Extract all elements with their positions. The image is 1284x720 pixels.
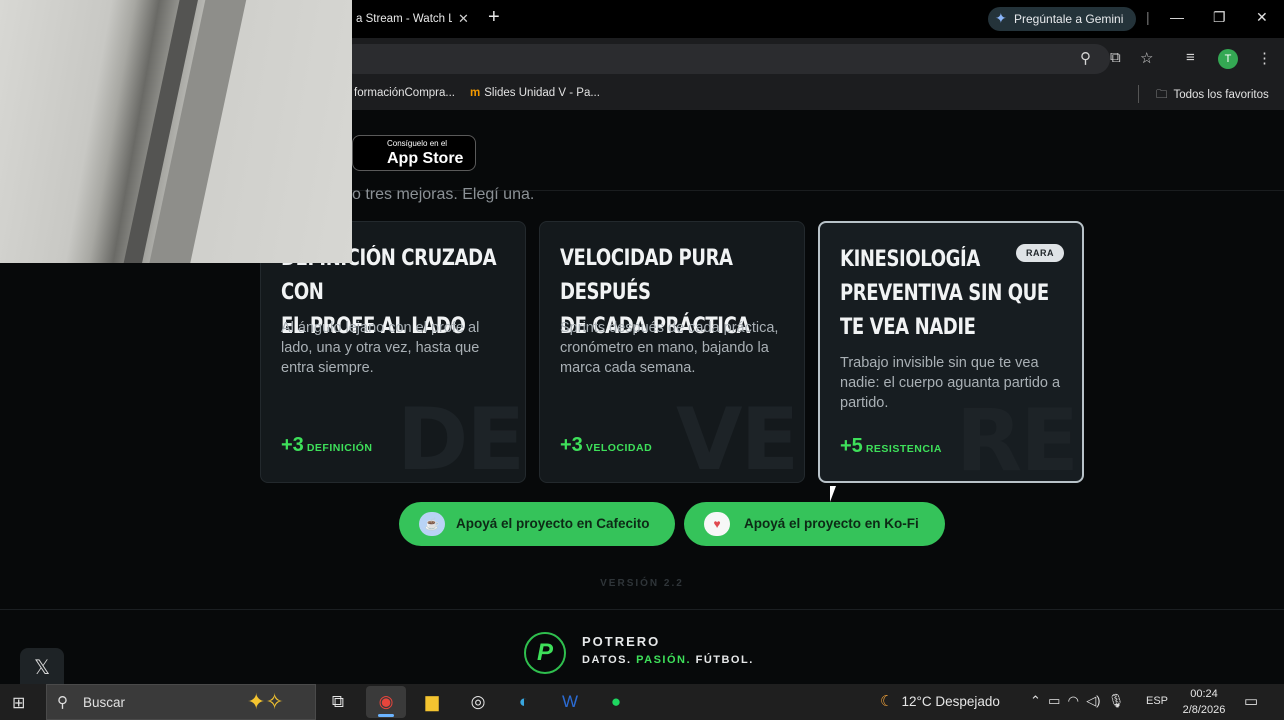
card-watermark: DEF xyxy=(397,390,525,483)
minimize-icon[interactable]: — xyxy=(1170,9,1184,25)
taskbar-search[interactable]: ⚲ Buscar ✦✧ xyxy=(46,684,316,720)
browser-tab[interactable]: a Stream - Watch Li ✕ xyxy=(340,6,480,36)
webcam-overlay xyxy=(0,0,352,263)
donate-kofi-button[interactable]: ♥ Apoyá el proyecto en Ko-Fi xyxy=(684,502,945,546)
tagline-word: DATOS. xyxy=(582,654,632,666)
weather-widget[interactable]: ☾ 12°C Despejado xyxy=(880,692,1000,710)
spotify-icon[interactable]: ● xyxy=(596,686,636,718)
bookmark-label: Slides Unidad V - Pa... xyxy=(484,87,600,99)
weather-icon: ☾ xyxy=(880,693,894,710)
search-icon: ⚲ xyxy=(57,694,68,711)
new-tab-button[interactable]: + xyxy=(488,6,500,29)
word-icon[interactable]: W xyxy=(550,686,590,718)
divider: | xyxy=(1146,9,1150,25)
bookmark-star-icon[interactable]: ☆ xyxy=(1140,49,1153,67)
card-title-line: PREVENTIVA SIN QUE xyxy=(840,281,1049,306)
bookmark-item[interactable]: m Slides Unidad V - Pa... xyxy=(470,87,600,99)
edge-icon[interactable]: ◐ xyxy=(504,686,544,718)
app-icon[interactable]: ◎ xyxy=(458,686,498,718)
version-label: VERSIÓN 2.2 xyxy=(600,578,684,589)
stat-label: DEFINICIÓN xyxy=(306,442,373,454)
card-stat: +5 RESISTENCIA xyxy=(840,435,942,458)
upgrade-card-resistencia[interactable]: RES KINESIOLOGÍA PREVENTIVA SIN QUE TE V… xyxy=(818,221,1084,483)
copilot-sparkle-icon: ✦✧ xyxy=(247,689,284,714)
notification-icon[interactable]: ▭ xyxy=(1244,692,1258,710)
zoom-icon[interactable]: ⚲ xyxy=(1080,49,1091,67)
close-window-icon[interactable]: ✕ xyxy=(1256,9,1268,26)
profile-avatar[interactable]: T xyxy=(1218,49,1238,69)
card-description: Al ángulo lejano con el profe al lado, u… xyxy=(281,320,480,376)
card-stat: +3 DEFINICIÓN xyxy=(281,434,372,457)
gemini-label: Pregúntale a Gemini xyxy=(1014,12,1124,26)
install-app-icon[interactable]: ⧉ xyxy=(1110,49,1121,66)
appstore-large-label: App Store xyxy=(387,150,464,167)
gemini-sparkle-icon: ✦ xyxy=(995,10,1007,26)
bookmark-item[interactable]: formaciónCompra... xyxy=(354,87,455,99)
appstore-small-label: Consíguelo en el xyxy=(387,139,448,148)
menu-dots-icon[interactable]: ⋮ xyxy=(1257,49,1272,67)
x-share-icon[interactable]: 𝕏 xyxy=(20,648,64,684)
gemini-button[interactable]: ✦ Pregúntale a Gemini xyxy=(988,7,1136,31)
stat-label: RESISTENCIA xyxy=(865,443,942,455)
rarity-badge: RARA xyxy=(1016,244,1064,262)
card-stat: +3 VELOCIDAD xyxy=(560,434,652,457)
card-title-line: TE VEA NADIE xyxy=(840,315,976,340)
all-bookmarks-label: Todos los favoritos xyxy=(1173,89,1269,101)
upgrade-card-velocidad[interactable]: VEL VELOCIDAD PURA DESPUÉS DE CADA PRÁCT… xyxy=(539,221,805,483)
intro-text: o tres mejoras. Elegí una. xyxy=(352,186,535,203)
windows-start-icon[interactable]: ⊞ xyxy=(12,693,25,713)
restore-icon[interactable]: ❐ xyxy=(1213,9,1226,26)
clock-time: 00:24 xyxy=(1190,688,1218,700)
language-indicator[interactable]: ESP xyxy=(1146,695,1168,707)
card-description: Sprints después de cada práctica, cronóm… xyxy=(560,320,779,376)
card-description: Trabajo invisible sin que te vea nadie: … xyxy=(840,355,1061,411)
divider xyxy=(0,609,1284,610)
slides-icon: m xyxy=(470,87,481,99)
chrome-icon[interactable]: ◉ xyxy=(366,686,406,718)
folder-icon: 🗀 xyxy=(1156,89,1168,101)
clock[interactable]: 00:24 2/8/2026 xyxy=(1178,686,1230,718)
search-placeholder: Buscar xyxy=(83,695,126,710)
address-bar[interactable] xyxy=(340,44,1110,74)
kofi-cup-icon: ♥ xyxy=(704,512,730,536)
tab-title: a Stream - Watch Li xyxy=(356,13,452,25)
stat-value: +5 xyxy=(840,435,863,457)
donate-cafecito-button[interactable]: ☕ Apoyá el proyecto en Cafecito xyxy=(399,502,675,546)
tagline-word: PASIÓN. xyxy=(636,654,692,666)
clock-date: 2/8/2026 xyxy=(1182,704,1226,716)
stat-label: VELOCIDAD xyxy=(585,442,653,454)
brand-name: POTRERO xyxy=(582,634,661,649)
tab-close-icon[interactable]: ✕ xyxy=(458,11,469,27)
stat-value: +3 xyxy=(560,434,583,456)
media-queue-icon[interactable]: ≡ xyxy=(1186,49,1195,66)
potrero-logo-icon: P xyxy=(524,632,566,674)
brand-tagline: DATOS. PASIÓN. FÚTBOL. xyxy=(582,654,754,666)
tagline-word: FÚTBOL. xyxy=(695,654,754,666)
system-tray[interactable]: ⌃ ▭ ◠ ◁) 🎙 xyxy=(1030,693,1124,709)
cafecito-icon: ☕ xyxy=(419,512,445,536)
card-watermark: VEL xyxy=(676,390,804,483)
donate-cafecito-label: Apoyá el proyecto en Cafecito xyxy=(456,516,650,531)
weather-label: 12°C Despejado xyxy=(901,694,1000,709)
app-store-button[interactable]: Consíguelo en el App Store xyxy=(352,135,476,171)
file-explorer-icon[interactable]: ▆ xyxy=(412,686,452,718)
mouse-cursor-icon xyxy=(830,486,842,502)
divider xyxy=(1138,85,1139,103)
all-bookmarks-button[interactable]: 🗀 Todos los favoritos xyxy=(1156,87,1269,106)
stat-value: +3 xyxy=(281,434,304,456)
donate-kofi-label: Apoyá el proyecto en Ko-Fi xyxy=(744,516,919,531)
card-title-line: VELOCIDAD PURA DESPUÉS xyxy=(560,246,733,305)
task-view-icon[interactable]: ⧉ xyxy=(318,686,358,718)
